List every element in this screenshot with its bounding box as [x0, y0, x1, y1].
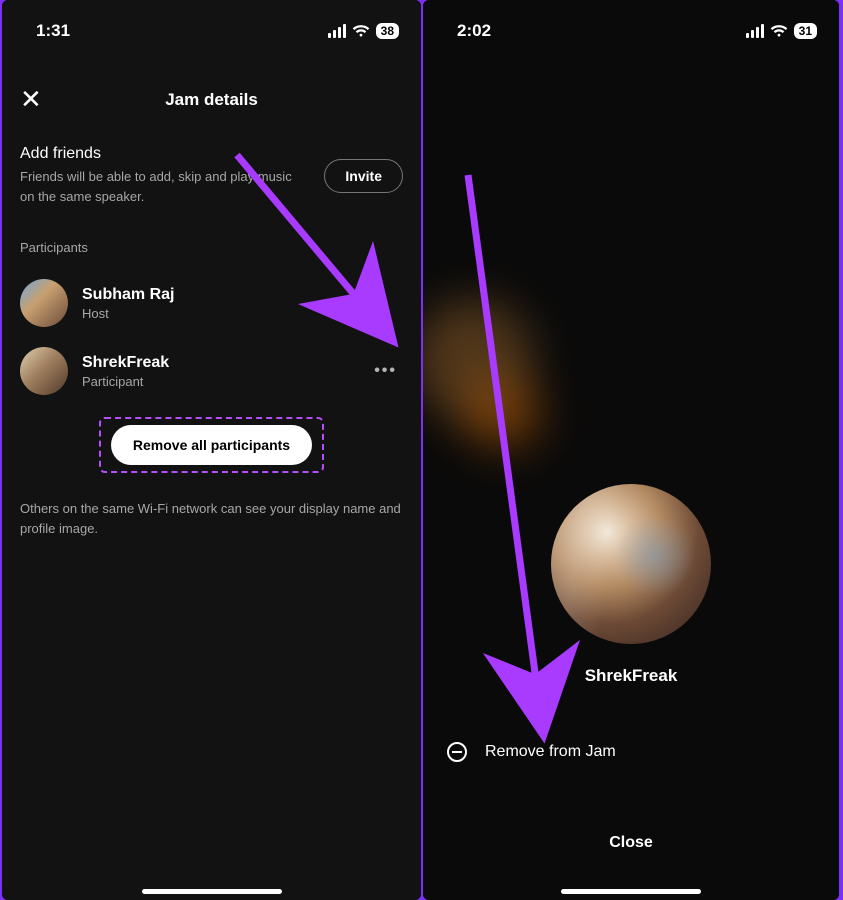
- remove-label: Remove from Jam: [485, 743, 616, 761]
- cellular-icon: [746, 24, 764, 38]
- wifi-icon: [770, 24, 788, 38]
- participant-row[interactable]: Subham Raj Host: [20, 269, 411, 337]
- participant-role: Host: [82, 306, 174, 321]
- remove-all-button[interactable]: Remove all participants: [111, 425, 312, 465]
- participant-role: Participant: [82, 374, 169, 389]
- screen-participant-actions: 2:02 31 ShrekFreak Remove from Jam Close: [423, 0, 839, 900]
- participant-name: Subham Raj: [82, 286, 174, 304]
- more-icon[interactable]: •••: [374, 362, 397, 380]
- add-friends-subtitle: Friends will be able to add, skip and pl…: [20, 167, 300, 206]
- nav-bar: ✕ Jam details: [2, 54, 421, 137]
- profile-name: ShrekFreak: [585, 666, 678, 686]
- avatar: [551, 484, 711, 644]
- participants-label: Participants: [2, 224, 421, 261]
- wifi-visibility-hint: Others on the same Wi-Fi network can see…: [2, 479, 421, 558]
- status-bar: 1:31 38: [2, 0, 421, 54]
- annotation-highlight: Remove all participants: [99, 417, 324, 473]
- background-glow: [463, 380, 543, 450]
- add-friends-section: Add friends Friends will be able to add,…: [2, 137, 421, 224]
- participant-name: ShrekFreak: [82, 354, 169, 372]
- clock: 1:31: [36, 21, 70, 41]
- remove-icon: [447, 742, 467, 762]
- home-indicator[interactable]: [561, 889, 701, 894]
- participant-row[interactable]: ShrekFreak Participant •••: [20, 337, 411, 405]
- page-title: Jam details: [165, 90, 258, 110]
- screen-jam-details: 1:31 38 ✕ Jam details Add friends Friend…: [2, 0, 421, 900]
- remove-from-jam-button[interactable]: Remove from Jam: [423, 742, 839, 762]
- avatar: [20, 347, 68, 395]
- invite-button[interactable]: Invite: [324, 159, 403, 193]
- status-indicators: 31: [746, 23, 817, 39]
- participants-list: Subham Raj Host ShrekFreak Participant •…: [2, 261, 421, 405]
- wifi-icon: [352, 24, 370, 38]
- status-bar: 2:02 31: [423, 0, 839, 54]
- battery-icon: 38: [376, 23, 399, 39]
- battery-icon: 31: [794, 23, 817, 39]
- add-friends-title: Add friends: [20, 145, 324, 163]
- profile-card: ShrekFreak: [423, 484, 839, 686]
- clock: 2:02: [457, 21, 491, 41]
- cellular-icon: [328, 24, 346, 38]
- avatar: [20, 279, 68, 327]
- close-icon[interactable]: ✕: [20, 84, 42, 115]
- close-button[interactable]: Close: [423, 834, 839, 852]
- status-indicators: 38: [328, 23, 399, 39]
- home-indicator[interactable]: [142, 889, 282, 894]
